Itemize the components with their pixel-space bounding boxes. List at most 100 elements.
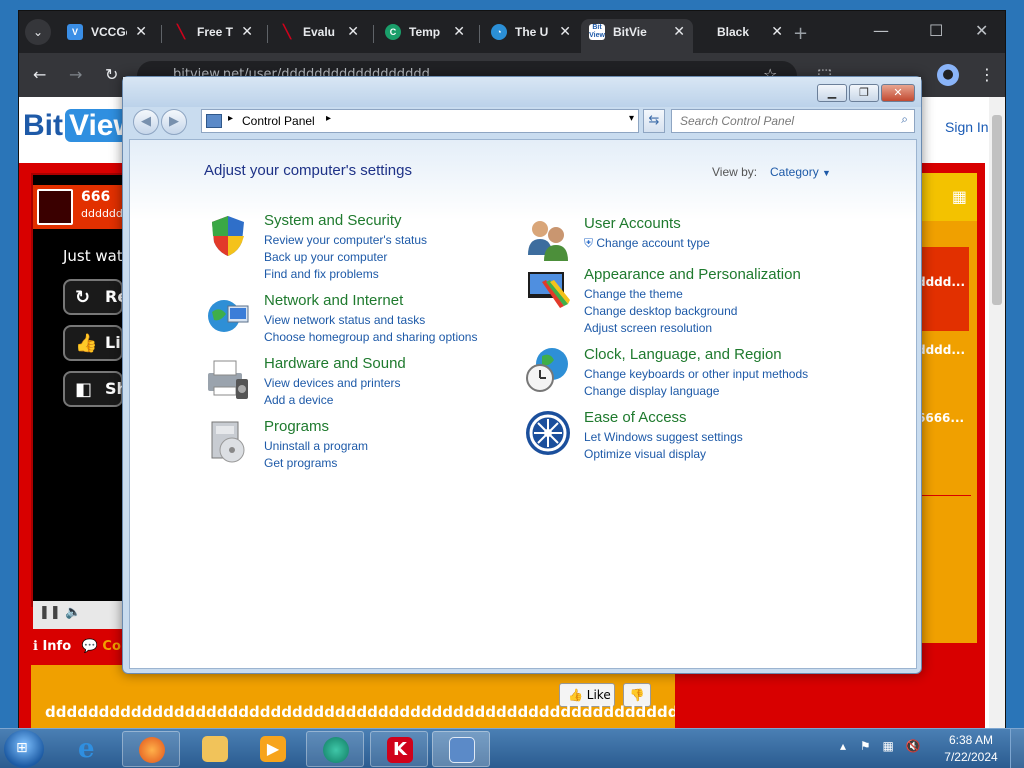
sign-in-link[interactable]: Sign In bbox=[945, 119, 989, 135]
tab-info[interactable]: ℹ Info bbox=[33, 639, 71, 654]
category-link[interactable]: Get programs bbox=[264, 456, 337, 470]
network-icon[interactable]: ▦ bbox=[882, 739, 893, 753]
profile-avatar-icon[interactable]: ● bbox=[937, 64, 959, 86]
taskbar-explorer[interactable] bbox=[186, 731, 244, 767]
category-title[interactable]: Programs bbox=[264, 418, 329, 435]
taskbar-firefox[interactable] bbox=[122, 731, 180, 767]
category-link[interactable]: Change the theme bbox=[584, 287, 683, 301]
tab-black[interactable]: Black ✕ bbox=[695, 19, 791, 53]
category-link[interactable]: Let Windows suggest settings bbox=[584, 430, 743, 444]
category-link[interactable]: Adjust screen resolution bbox=[584, 321, 712, 335]
category-link[interactable]: Uninstall a program bbox=[264, 439, 368, 453]
sidebar-video-title[interactable]: dddd... bbox=[917, 343, 965, 357]
category-title[interactable]: Ease of Access bbox=[584, 409, 687, 426]
replay-button[interactable]: ↻ Re bbox=[63, 279, 128, 315]
menu-kebab-icon[interactable]: ⋮ bbox=[979, 65, 995, 84]
category-link[interactable]: View devices and printers bbox=[264, 376, 401, 390]
category-link[interactable]: Back up your computer bbox=[264, 250, 387, 264]
maximize-icon[interactable]: ☐ bbox=[929, 21, 943, 40]
search-input[interactable]: Search Control Panel ⌕ bbox=[671, 109, 915, 133]
chevron-down-icon: ▼ bbox=[822, 168, 831, 178]
back-arrow-icon[interactable]: ◀ bbox=[133, 109, 159, 135]
chevron-down-icon[interactable]: ▾ bbox=[629, 113, 634, 124]
like-video-button[interactable]: 👍 Lil bbox=[63, 325, 126, 361]
category-link[interactable]: Optimize visual display bbox=[584, 447, 706, 461]
category-link[interactable]: Change keyboards or other input methods bbox=[584, 367, 808, 381]
ease-of-access-icon bbox=[526, 411, 570, 455]
forward-arrow-icon[interactable]: ▶ bbox=[161, 109, 187, 135]
category-link[interactable]: Review your computer's status bbox=[264, 233, 427, 247]
volume-muted-icon[interactable]: 🔇 bbox=[906, 739, 921, 753]
address-bar[interactable]: ▸ Control Panel ▸ ▾ bbox=[201, 109, 639, 133]
close-icon[interactable]: ✕ bbox=[881, 84, 915, 102]
close-icon[interactable]: ✕ bbox=[135, 23, 147, 40]
grid-view-icon[interactable]: ▦ bbox=[952, 187, 967, 206]
clock-globe-icon bbox=[526, 348, 568, 392]
taskbar-media-player[interactable]: ▶ bbox=[244, 731, 302, 767]
tab-search-button[interactable]: ⌄ bbox=[25, 19, 51, 45]
tab-comments[interactable]: 💬 Cor bbox=[82, 639, 128, 654]
show-desktop-button[interactable] bbox=[1010, 729, 1024, 768]
internet-explorer-icon: e bbox=[78, 734, 95, 764]
category-link[interactable]: Add a device bbox=[264, 393, 333, 407]
category-title[interactable]: Network and Internet bbox=[264, 292, 403, 309]
tab-temp[interactable]: C Temp ✕ bbox=[377, 19, 473, 53]
category-title[interactable]: User Accounts bbox=[584, 215, 681, 232]
forward-arrow-icon[interactable]: → bbox=[69, 65, 82, 84]
category-title[interactable]: Hardware and Sound bbox=[264, 355, 406, 372]
monitor-brush-icon bbox=[528, 272, 570, 308]
taskbar-control-panel[interactable] bbox=[432, 731, 490, 767]
close-icon[interactable]: ✕ bbox=[771, 23, 783, 40]
close-icon[interactable]: ✕ bbox=[559, 23, 571, 40]
maximize-icon[interactable]: ❐ bbox=[849, 84, 879, 102]
volume-icon[interactable]: 🔈 bbox=[65, 605, 81, 620]
thumbs-up-icon: 👍 bbox=[568, 688, 583, 702]
tab-bitview[interactable]: Bit View BitVie ✕ bbox=[581, 19, 693, 53]
category-link[interactable]: ⛨ Change account type bbox=[584, 236, 710, 251]
category-title[interactable]: Clock, Language, and Region bbox=[584, 346, 782, 363]
view-by-value: Category bbox=[770, 165, 819, 179]
start-button[interactable]: ⊞ bbox=[4, 730, 44, 768]
sidebar-video-title[interactable]: dddd... bbox=[917, 275, 965, 289]
category-title[interactable]: Appearance and Personalization bbox=[584, 266, 801, 283]
refresh-icon[interactable]: ⇆ bbox=[643, 109, 665, 133]
tab-title: The U bbox=[515, 25, 549, 39]
close-icon[interactable]: ✕ bbox=[453, 23, 465, 40]
close-icon[interactable]: ✕ bbox=[347, 23, 359, 40]
close-window-icon[interactable]: ✕ bbox=[975, 21, 988, 40]
action-center-flag-icon[interactable]: ⚑ bbox=[860, 739, 871, 753]
show-hidden-icons-icon[interactable]: ▴ bbox=[840, 739, 846, 753]
back-arrow-icon[interactable]: ← bbox=[33, 65, 46, 84]
tab-evalu[interactable]: ╲ Evalu ✕ bbox=[271, 19, 367, 53]
category-link[interactable]: Choose homegroup and sharing options bbox=[264, 330, 477, 344]
category-link[interactable]: Change display language bbox=[584, 384, 719, 398]
share-button[interactable]: ◧ Sh bbox=[63, 371, 128, 407]
category-link[interactable]: View network status and tasks bbox=[264, 313, 425, 327]
minimize-icon[interactable]: ▁ bbox=[817, 84, 847, 102]
reload-icon[interactable]: ↻ bbox=[105, 65, 118, 84]
breadcrumb[interactable]: Control Panel bbox=[242, 114, 315, 128]
tab-vccge[interactable]: V VCCGe ✕ bbox=[59, 19, 155, 53]
search-icon[interactable]: ⌕ bbox=[901, 112, 908, 127]
sidebar-video-title[interactable]: 6666... bbox=[917, 411, 964, 425]
taskbar-app-green[interactable] bbox=[306, 731, 364, 767]
chevron-right-icon[interactable]: ▸ bbox=[326, 113, 331, 124]
close-icon[interactable]: ✕ bbox=[673, 23, 685, 40]
taskbar-internet-explorer[interactable]: e bbox=[62, 731, 120, 767]
window-titlebar[interactable]: ▁ ❐ ✕ bbox=[123, 77, 921, 107]
view-by-dropdown[interactable]: Category ▼ bbox=[770, 165, 831, 179]
desktop: ⌄ V VCCGe ✕ ╲ Free T ✕ ╲ Evalu ✕ C Temp bbox=[0, 0, 1024, 768]
clock[interactable]: 6:38 AM 7/22/2024 bbox=[940, 733, 1002, 764]
close-icon[interactable]: ✕ bbox=[241, 23, 253, 40]
category-link[interactable]: Change desktop background bbox=[584, 304, 737, 318]
category-link[interactable]: Find and fix problems bbox=[264, 267, 379, 281]
minimize-icon[interactable]: — bbox=[873, 21, 889, 40]
tab-free[interactable]: ╲ Free T ✕ bbox=[165, 19, 261, 53]
chevron-right-icon[interactable]: ▸ bbox=[228, 113, 233, 124]
category-title[interactable]: System and Security bbox=[264, 212, 402, 229]
tab-the-u[interactable]: ◔ The U ✕ bbox=[483, 19, 579, 53]
pause-icon[interactable]: ❚❚ bbox=[39, 605, 61, 620]
taskbar-kaspersky[interactable]: K bbox=[370, 731, 428, 767]
new-tab-button[interactable]: + bbox=[793, 23, 808, 44]
scrollbar-thumb[interactable] bbox=[992, 115, 1002, 305]
